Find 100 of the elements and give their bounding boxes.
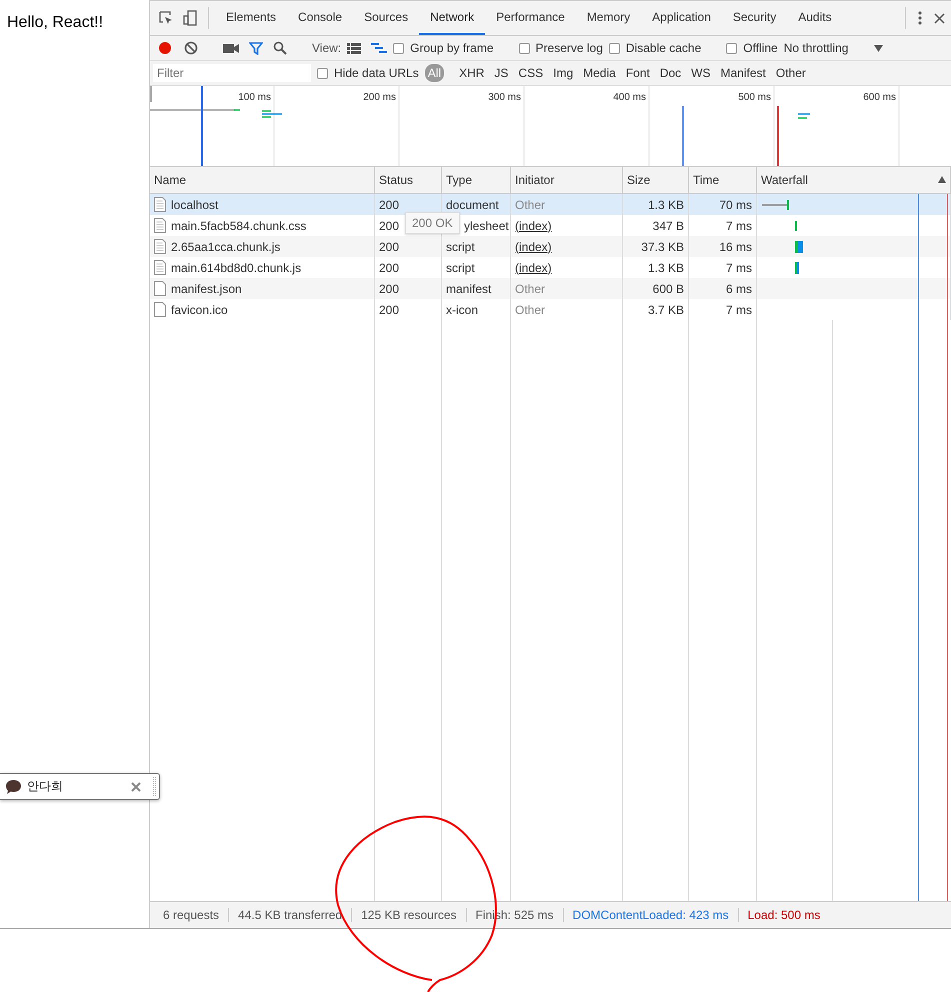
initiator-cell: Other xyxy=(511,299,623,320)
checkbox[interactable] xyxy=(393,42,404,54)
time-cell: 70 ms xyxy=(689,194,757,215)
summary-item: 6 requests xyxy=(154,908,230,922)
request-name: main.5facb584.chunk.css xyxy=(171,218,306,232)
checkbox[interactable] xyxy=(317,68,328,78)
type-filter[interactable]: Font xyxy=(624,64,652,82)
checkbox[interactable] xyxy=(726,42,738,54)
close-icon[interactable] xyxy=(130,780,142,792)
record-icon[interactable] xyxy=(158,41,172,55)
checkbox-label: Preserve log xyxy=(536,41,603,55)
view-label: View: xyxy=(312,41,342,55)
dropdown-arrow-icon xyxy=(874,44,884,52)
panel-tab[interactable]: Console xyxy=(287,1,354,35)
size-cell: 1.3 KB xyxy=(623,194,689,215)
close-icon[interactable] xyxy=(934,12,945,24)
file-icon xyxy=(154,197,166,212)
type-filter[interactable]: CSS xyxy=(516,64,546,82)
request-name: 2.65aa1cca.chunk.js xyxy=(171,240,280,254)
status-cell: 200 xyxy=(375,236,442,257)
camera-icon[interactable] xyxy=(223,42,239,54)
type-filter[interactable]: WS xyxy=(689,64,713,82)
time-cell: 6 ms xyxy=(689,278,757,299)
page-heading: Hello, React!! xyxy=(7,14,104,32)
file-icon xyxy=(154,281,166,296)
checkbox[interactable] xyxy=(608,42,620,54)
filter-icon[interactable] xyxy=(249,41,263,55)
column-header[interactable]: Waterfall xyxy=(757,167,951,193)
type-filter[interactable]: JS xyxy=(492,64,510,82)
checkbox[interactable] xyxy=(518,42,530,54)
summary-item: Load: 500 ms xyxy=(746,908,822,922)
initiator-cell: Other xyxy=(511,194,623,215)
summary-item: DOMContentLoaded: 423 ms xyxy=(564,908,739,922)
time-cell: 7 ms xyxy=(689,299,757,320)
request-row[interactable]: localhost 200 document Other 1.3 KB 70 ms xyxy=(150,194,951,215)
status-cell: 200 xyxy=(375,278,442,299)
file-icon xyxy=(154,239,166,254)
checkbox-label: Disable cache xyxy=(626,41,702,55)
waterfall-view-icon[interactable] xyxy=(371,42,388,54)
search-icon[interactable] xyxy=(273,41,287,55)
time-tick: 400 ms xyxy=(613,92,647,103)
panel-tab[interactable]: Sources xyxy=(353,1,420,35)
column-header[interactable]: Size xyxy=(623,167,689,193)
panel-tab[interactable]: Elements xyxy=(215,1,288,35)
time-tick: 300 ms xyxy=(488,92,522,103)
status-tooltip: 200 OK xyxy=(405,212,460,234)
time-tick: 100 ms xyxy=(238,92,272,103)
file-icon xyxy=(154,218,166,233)
status-cell: 200 xyxy=(375,299,442,320)
filter-field[interactable]: Filter xyxy=(153,64,311,82)
type-cell: x-icon xyxy=(442,299,511,320)
type-filter[interactable]: Media xyxy=(581,64,618,82)
checkbox-label: Offline xyxy=(743,41,778,55)
time-cell: 16 ms xyxy=(689,236,757,257)
request-name: localhost xyxy=(171,198,218,212)
request-name: main.614bd8d0.chunk.js xyxy=(171,260,302,274)
column-header[interactable]: Time xyxy=(689,167,757,193)
chat-widget[interactable]: 안다희 xyxy=(0,773,160,800)
summary-item: 44.5 KB transferred xyxy=(229,908,352,922)
clear-icon[interactable] xyxy=(184,41,198,55)
type-filter[interactable]: Doc xyxy=(658,64,684,82)
panel-tab[interactable]: Performance xyxy=(485,1,576,35)
type-filter[interactable]: Img xyxy=(551,64,576,82)
panel-tab[interactable]: Application xyxy=(641,1,722,35)
request-name: manifest.json xyxy=(171,282,242,296)
panel-tab[interactable]: Memory xyxy=(576,1,642,35)
initiator-cell: Other xyxy=(511,278,623,299)
request-name: favicon.ico xyxy=(171,302,228,316)
panel-tab[interactable]: Audits xyxy=(787,1,843,35)
checkbox-label: Group by frame xyxy=(410,41,494,55)
list-view-icon[interactable] xyxy=(347,42,362,54)
file-icon xyxy=(154,260,166,275)
type-filter[interactable]: Other xyxy=(774,64,808,82)
initiator-cell[interactable]: (index) xyxy=(511,236,623,257)
speech-bubble-icon xyxy=(5,778,22,794)
chat-name: 안다희 xyxy=(27,778,64,795)
size-cell: 37.3 KB xyxy=(623,236,689,257)
time-tick: 200 ms xyxy=(363,92,397,103)
column-header[interactable]: Status xyxy=(375,167,442,193)
time-tick: 600 ms xyxy=(863,92,897,103)
type-cell: script xyxy=(442,236,511,257)
more-icon[interactable] xyxy=(918,11,922,25)
column-header[interactable]: Name xyxy=(150,167,375,193)
sort-arrow-icon[interactable] xyxy=(938,176,946,183)
type-cell: manifest xyxy=(442,278,511,299)
column-header[interactable]: Type xyxy=(442,167,511,193)
throttling-dropdown[interactable]: No throttling xyxy=(784,41,884,55)
file-icon xyxy=(154,302,166,317)
device-icon[interactable] xyxy=(182,10,198,26)
request-row[interactable]: manifest.json 200 manifest Other 600 B 6 ms xyxy=(150,278,951,299)
request-row[interactable]: 2.65aa1cca.chunk.js 200 script (index) 37.3 KB 16 ms xyxy=(150,236,951,257)
type-filter[interactable]: Manifest xyxy=(718,64,768,82)
size-cell: 3.7 KB xyxy=(623,299,689,320)
checkbox-label: Hide data URLs xyxy=(334,66,419,80)
summary-item: 125 KB resources xyxy=(352,908,466,922)
time-tick: 500 ms xyxy=(738,92,772,103)
column-header[interactable]: Initiator xyxy=(511,167,623,193)
type-filter[interactable]: XHR xyxy=(457,64,486,82)
panel-tab[interactable]: Security xyxy=(722,1,788,35)
inspect-icon[interactable] xyxy=(158,10,174,26)
